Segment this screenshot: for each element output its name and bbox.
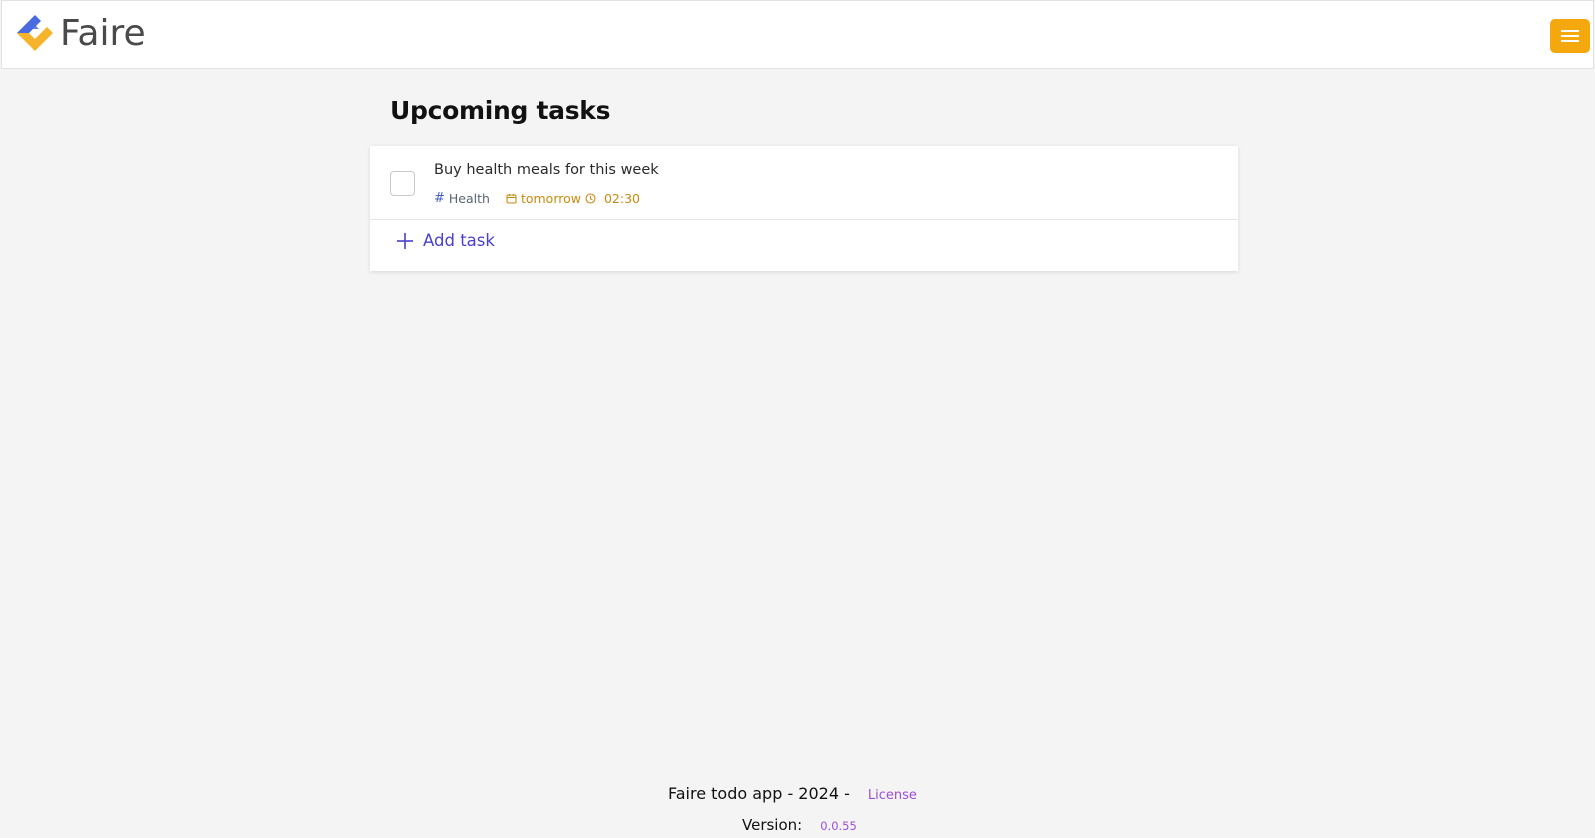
hamburger-icon [1561, 30, 1579, 42]
calendar-icon [506, 194, 517, 204]
app-logo[interactable]: Faire [14, 11, 146, 55]
plus-icon [397, 232, 413, 249]
hash-icon: # [434, 191, 445, 206]
task-due: tomorrow 02:30 [506, 191, 640, 206]
footer-version: Version: 0.0.55 [742, 816, 857, 834]
clock-icon [585, 193, 596, 204]
faire-logo-icon [17, 15, 53, 51]
page-title: Upcoming tasks [390, 96, 611, 125]
footer-text: Faire todo app - 2024 - [668, 784, 850, 803]
task-list: Buy health meals for this week # Health … [370, 146, 1238, 271]
version-label: Version: [742, 816, 803, 834]
app-header: Faire [1, 0, 1594, 69]
task-tag[interactable]: # Health [434, 191, 490, 206]
menu-button[interactable] [1550, 19, 1590, 53]
task-item[interactable]: Buy health meals for this week # Health … [370, 146, 1238, 220]
add-task-button[interactable]: Add task [396, 231, 495, 250]
license-link[interactable]: License [868, 788, 917, 803]
tag-label: Health [448, 191, 490, 206]
logo-text: Faire [60, 12, 146, 54]
due-date: tomorrow [520, 191, 581, 206]
task-checkbox[interactable] [390, 171, 415, 196]
add-task-label: Add task [423, 231, 495, 250]
task-meta: # Health tomorrow 02:30 [434, 191, 640, 206]
due-time: 02:30 [603, 191, 641, 206]
version-value: 0.0.55 [820, 819, 857, 833]
task-title[interactable]: Buy health meals for this week [434, 162, 659, 178]
footer-credits: Faire todo app - 2024 - License [668, 784, 917, 803]
